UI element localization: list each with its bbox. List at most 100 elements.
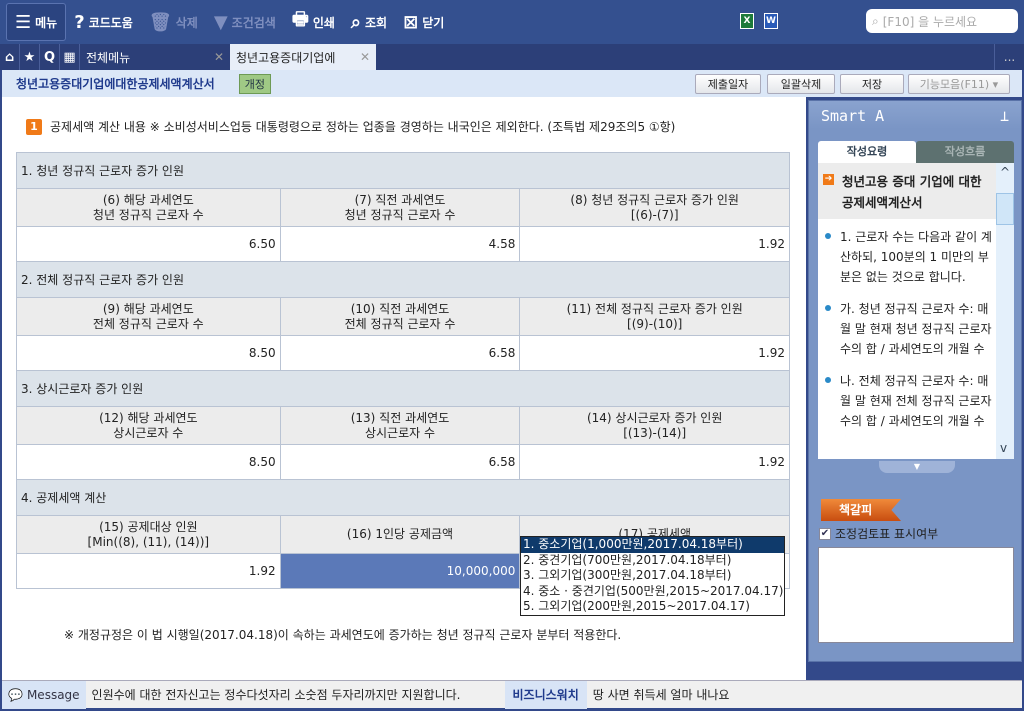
home-icon[interactable]: ⌂ — [0, 44, 20, 70]
review-checkbox[interactable]: ✔ 조정검토표 표시여부 — [819, 525, 938, 542]
news-link[interactable]: 땅 사면 취득세 얼마 내나요 — [593, 686, 730, 703]
tab-bar: ⌂ ★ Q ▦ 전체메뉴 ✕ 청년고용증대기업에 ✕ ... — [0, 44, 1024, 70]
search-icon: ⌕ — [872, 13, 879, 28]
header-line: 청년 정규직 근로자 수 — [92, 207, 204, 222]
company-type-dropdown[interactable]: 1. 중소기업(1,000만원,2017.04.18부터) 2. 중견기업(700… — [520, 536, 785, 616]
view-button[interactable]: ⌕ 조회 — [343, 2, 395, 42]
delete-all-button[interactable]: 일괄삭제 — [767, 74, 835, 94]
header-line: (10) 직전 과세연도 — [350, 301, 450, 316]
close-button[interactable]: ⊠ 닫기 — [395, 2, 452, 42]
column-header: (14) 상시근로자 증가 인원 [(13)-(14)] — [519, 406, 790, 445]
chevron-up-icon[interactable]: ^ — [1000, 165, 1010, 179]
grid-icon[interactable]: ▦ — [60, 44, 80, 70]
header-line: [(6)-(7)] — [630, 207, 679, 222]
save-button[interactable]: 저장 — [840, 74, 904, 94]
column-header: (15) 공제대상 인원 [Min((8), (11), (14))] — [16, 515, 281, 554]
tab-active[interactable]: 청년고용증대기업에 ✕ — [230, 44, 376, 70]
section-title: 1. 청년 정규직 근로자 증가 인원 — [16, 152, 790, 189]
column-header: (11) 전체 정규직 근로자 증가 인원 [(9)-(10)] — [519, 297, 790, 336]
value-cell[interactable]: 8.50 — [16, 335, 281, 371]
column-header: (9) 해당 과세연도 전체 정규직 근로자 수 — [16, 297, 281, 336]
close-icon[interactable]: ✕ — [214, 50, 224, 64]
view-label: 조회 — [365, 15, 388, 30]
header-line: [(9)-(10)] — [627, 316, 683, 331]
section-title: 4. 공제세액 계산 — [16, 479, 790, 516]
value-cell[interactable]: 6.58 — [279, 444, 521, 480]
value-cell[interactable]: 1.92 — [519, 335, 790, 371]
collapse-handle[interactable]: ▼ — [879, 461, 955, 473]
header-line: 청년 정규직 근로자 수 — [344, 207, 456, 222]
title-bar: 청년고용증대기업에대한공제세액계산서 개정 제출일자 일괄삭제 저장 기능모음(… — [2, 70, 1022, 97]
tab-flow[interactable]: 작성흐름 — [916, 141, 1014, 163]
value-cell[interactable]: 6.58 — [279, 335, 521, 371]
revision-badge: 개정 — [238, 73, 271, 94]
star-icon[interactable]: ★ — [20, 44, 40, 70]
header-line: (14) 상시근로자 증가 인원 — [586, 410, 723, 425]
value-cell[interactable]: 10,000,000 — [279, 553, 521, 589]
header-line: (11) 전체 정규직 근로자 증가 인원 — [566, 301, 743, 316]
bullet-icon — [825, 233, 831, 239]
check-icon: ✔ — [819, 527, 831, 540]
menu-button[interactable]: ☰ 메뉴 — [6, 3, 67, 41]
header-line: 전체 정규직 근로자 수 — [344, 316, 456, 331]
header-line: (12) 해당 과세연도 — [99, 410, 198, 425]
help-button[interactable]: ? 코드도움 — [66, 2, 141, 42]
bizwatch-label[interactable]: 비즈니스워치 — [504, 680, 587, 709]
search-input[interactable]: ⌕ [F10] 을 누르세요 — [866, 9, 1018, 33]
header-line: 상시근로자 수 — [113, 425, 184, 440]
word-icon[interactable]: W — [764, 13, 778, 29]
bookmark-label: 책갈피 — [821, 499, 901, 521]
tab-all-menu[interactable]: 전체메뉴 ✕ — [80, 44, 230, 70]
dropdown-option[interactable]: 5. 그외기업(200만원,2015~2017.04.17) — [521, 599, 784, 615]
dropdown-option[interactable]: 2. 중견기업(700만원,2017.04.18부터) — [521, 553, 784, 569]
print-button[interactable]: 🖶 인쇄 — [284, 2, 343, 42]
value-cell[interactable]: 1.92 — [519, 444, 790, 480]
tab-label: 전체메뉴 — [86, 50, 131, 65]
message-title: Message — [26, 687, 80, 702]
functions-dropdown[interactable]: 기능모음(F11) ▾ — [908, 74, 1010, 94]
dropdown-option[interactable]: 1. 중소기업(1,000만원,2017.04.18부터) — [521, 537, 784, 553]
page-title: 청년고용증대기업에대한공제세액계산서 — [16, 77, 215, 91]
status-bar: 💬 Message 인원수에 대한 전자신고는 정수다섯자리 소숫점 두자리까지만… — [2, 680, 1022, 709]
panel-title: Smart A — [821, 107, 885, 125]
header-line: (6) 해당 과세연도 — [102, 192, 194, 207]
header-line: (7) 직전 과세연도 — [354, 192, 446, 207]
trash-icon: 🗑 — [148, 11, 172, 33]
value-cell[interactable]: 8.50 — [16, 444, 281, 480]
chat-icon: 💬 — [8, 687, 23, 702]
dropdown-option[interactable]: 3. 그외기업(300만원,2017.04.18부터) — [521, 568, 784, 584]
message-label: 💬 Message — [2, 680, 86, 709]
hamburger-icon: ☰ — [15, 11, 32, 33]
pin-icon[interactable]: ⊥ — [1000, 107, 1009, 125]
more-tabs-button[interactable]: ... — [994, 44, 1024, 70]
search-icon[interactable]: Q — [40, 44, 60, 70]
memo-box[interactable] — [818, 547, 1014, 643]
submit-date-button[interactable]: 제출일자 — [695, 74, 761, 94]
tab-guide[interactable]: 작성요령 — [818, 141, 916, 163]
filter-icon: ▼ — [213, 11, 228, 33]
guide-item: 가. 청년 정규직 근로자 수: 매월 말 현재 청년 정규직 근로자 수의 합… — [840, 302, 992, 356]
column-header: (13) 직전 과세연도 상시근로자 수 — [279, 406, 521, 445]
filter-label: 조건검색 — [231, 15, 276, 30]
header-line: (8) 청년 정규직 근로자 증가 인원 — [570, 192, 739, 207]
scroll-thumb[interactable] — [996, 193, 1014, 225]
scrollbar[interactable]: ^ v — [996, 163, 1014, 459]
footnote: ※ 개정규정은 이 법 시행일(2017.04.18)이 속하는 과세연도에 증… — [64, 628, 622, 642]
value-cell[interactable]: 6.50 — [16, 226, 281, 262]
number-badge: 1 — [26, 118, 42, 135]
guide-item: 나. 전체 정규직 근로자 수: 매월 말 현재 전체 정규직 근로자 수의 합… — [840, 374, 992, 428]
column-header: (10) 직전 과세연도 전체 정규직 근로자 수 — [279, 297, 521, 336]
value-cell[interactable]: 1.92 — [16, 553, 281, 589]
toolbar: ☰ 메뉴 ? 코드도움 🗑 삭제 ▼ 조건검색 🖶 인쇄 ⌕ 조회 ⊠ 닫기 X W ⌕ [F1… — [0, 0, 1024, 44]
filter-button[interactable]: ▼ 조건검색 — [206, 2, 284, 42]
value-cell[interactable]: 4.58 — [279, 226, 521, 262]
search-placeholder: [F10] 을 누르세요 — [882, 14, 978, 29]
search-doc-icon: ⌕ — [350, 11, 362, 33]
excel-icon[interactable]: X — [740, 13, 754, 29]
dropdown-option[interactable]: 4. 중소 · 중견기업(500만원,2015~2017.04.17) — [521, 584, 784, 600]
chevron-down-icon[interactable]: v — [1000, 441, 1007, 455]
value-cell[interactable]: 1.92 — [519, 226, 790, 262]
section-title: 3. 상시근로자 증가 인원 — [16, 370, 790, 407]
close-icon[interactable]: ✕ — [360, 50, 370, 64]
delete-button[interactable]: 🗑 삭제 — [141, 2, 206, 42]
